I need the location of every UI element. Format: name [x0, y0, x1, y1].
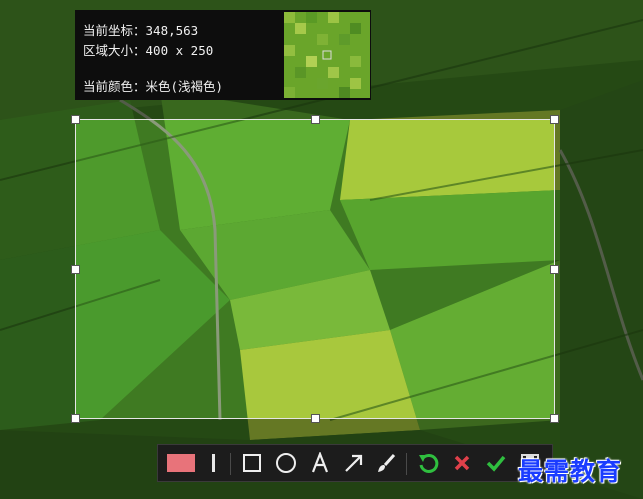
toolbar-divider — [230, 453, 231, 475]
cancel-icon — [454, 455, 470, 471]
watermark-text: 最需教育 — [518, 457, 623, 486]
brush-icon — [378, 453, 396, 472]
handle-middle-left[interactable] — [71, 265, 80, 274]
text-icon — [311, 452, 329, 473]
ellipse-tool-button[interactable] — [272, 449, 300, 477]
pen-size-icon — [211, 454, 215, 472]
brush-tool-button[interactable] — [372, 449, 400, 477]
toolbar-divider — [406, 453, 407, 475]
confirm-button[interactable] — [482, 449, 510, 477]
handle-top-right[interactable] — [550, 115, 559, 124]
handle-top-left[interactable] — [71, 115, 80, 124]
handle-bottom-left[interactable] — [71, 414, 80, 423]
size-label: 区域大小： — [83, 43, 146, 58]
coord-value: 348,563 — [145, 23, 199, 38]
capture-info-panel: 当前坐标：348,563 区域大小：400 x 250 当前颜色：米色(浅褐色) — [75, 10, 371, 100]
undo-button[interactable] — [414, 449, 442, 477]
undo-icon — [419, 453, 439, 473]
selection-rectangle[interactable] — [71, 115, 559, 423]
check-icon — [486, 455, 506, 472]
text-tool-button[interactable] — [306, 449, 334, 477]
rectangle-tool-button[interactable] — [238, 449, 266, 477]
arrow-icon — [345, 454, 363, 472]
handle-top-center[interactable] — [311, 115, 320, 124]
color-value: 米色(浅褐色) — [145, 79, 224, 94]
dim-overlay-right — [555, 119, 643, 419]
arrow-tool-button[interactable] — [340, 449, 368, 477]
rectangle-icon — [243, 454, 261, 472]
ellipse-icon — [276, 453, 296, 473]
cancel-button[interactable] — [448, 449, 476, 477]
coord-label: 当前坐标： — [83, 23, 146, 38]
dim-overlay-left — [0, 119, 75, 419]
handle-middle-right[interactable] — [550, 265, 559, 274]
magnifier-preview — [284, 12, 370, 98]
handle-bottom-right[interactable] — [550, 414, 559, 423]
size-value: 400 x 250 — [145, 43, 214, 58]
handle-bottom-center[interactable] — [311, 414, 320, 423]
color-swatch-button[interactable] — [164, 449, 198, 477]
color-swatch — [167, 454, 195, 472]
color-label: 当前颜色： — [83, 79, 146, 94]
capture-toolbar — [157, 444, 553, 482]
pen-size-button[interactable] — [202, 449, 224, 477]
